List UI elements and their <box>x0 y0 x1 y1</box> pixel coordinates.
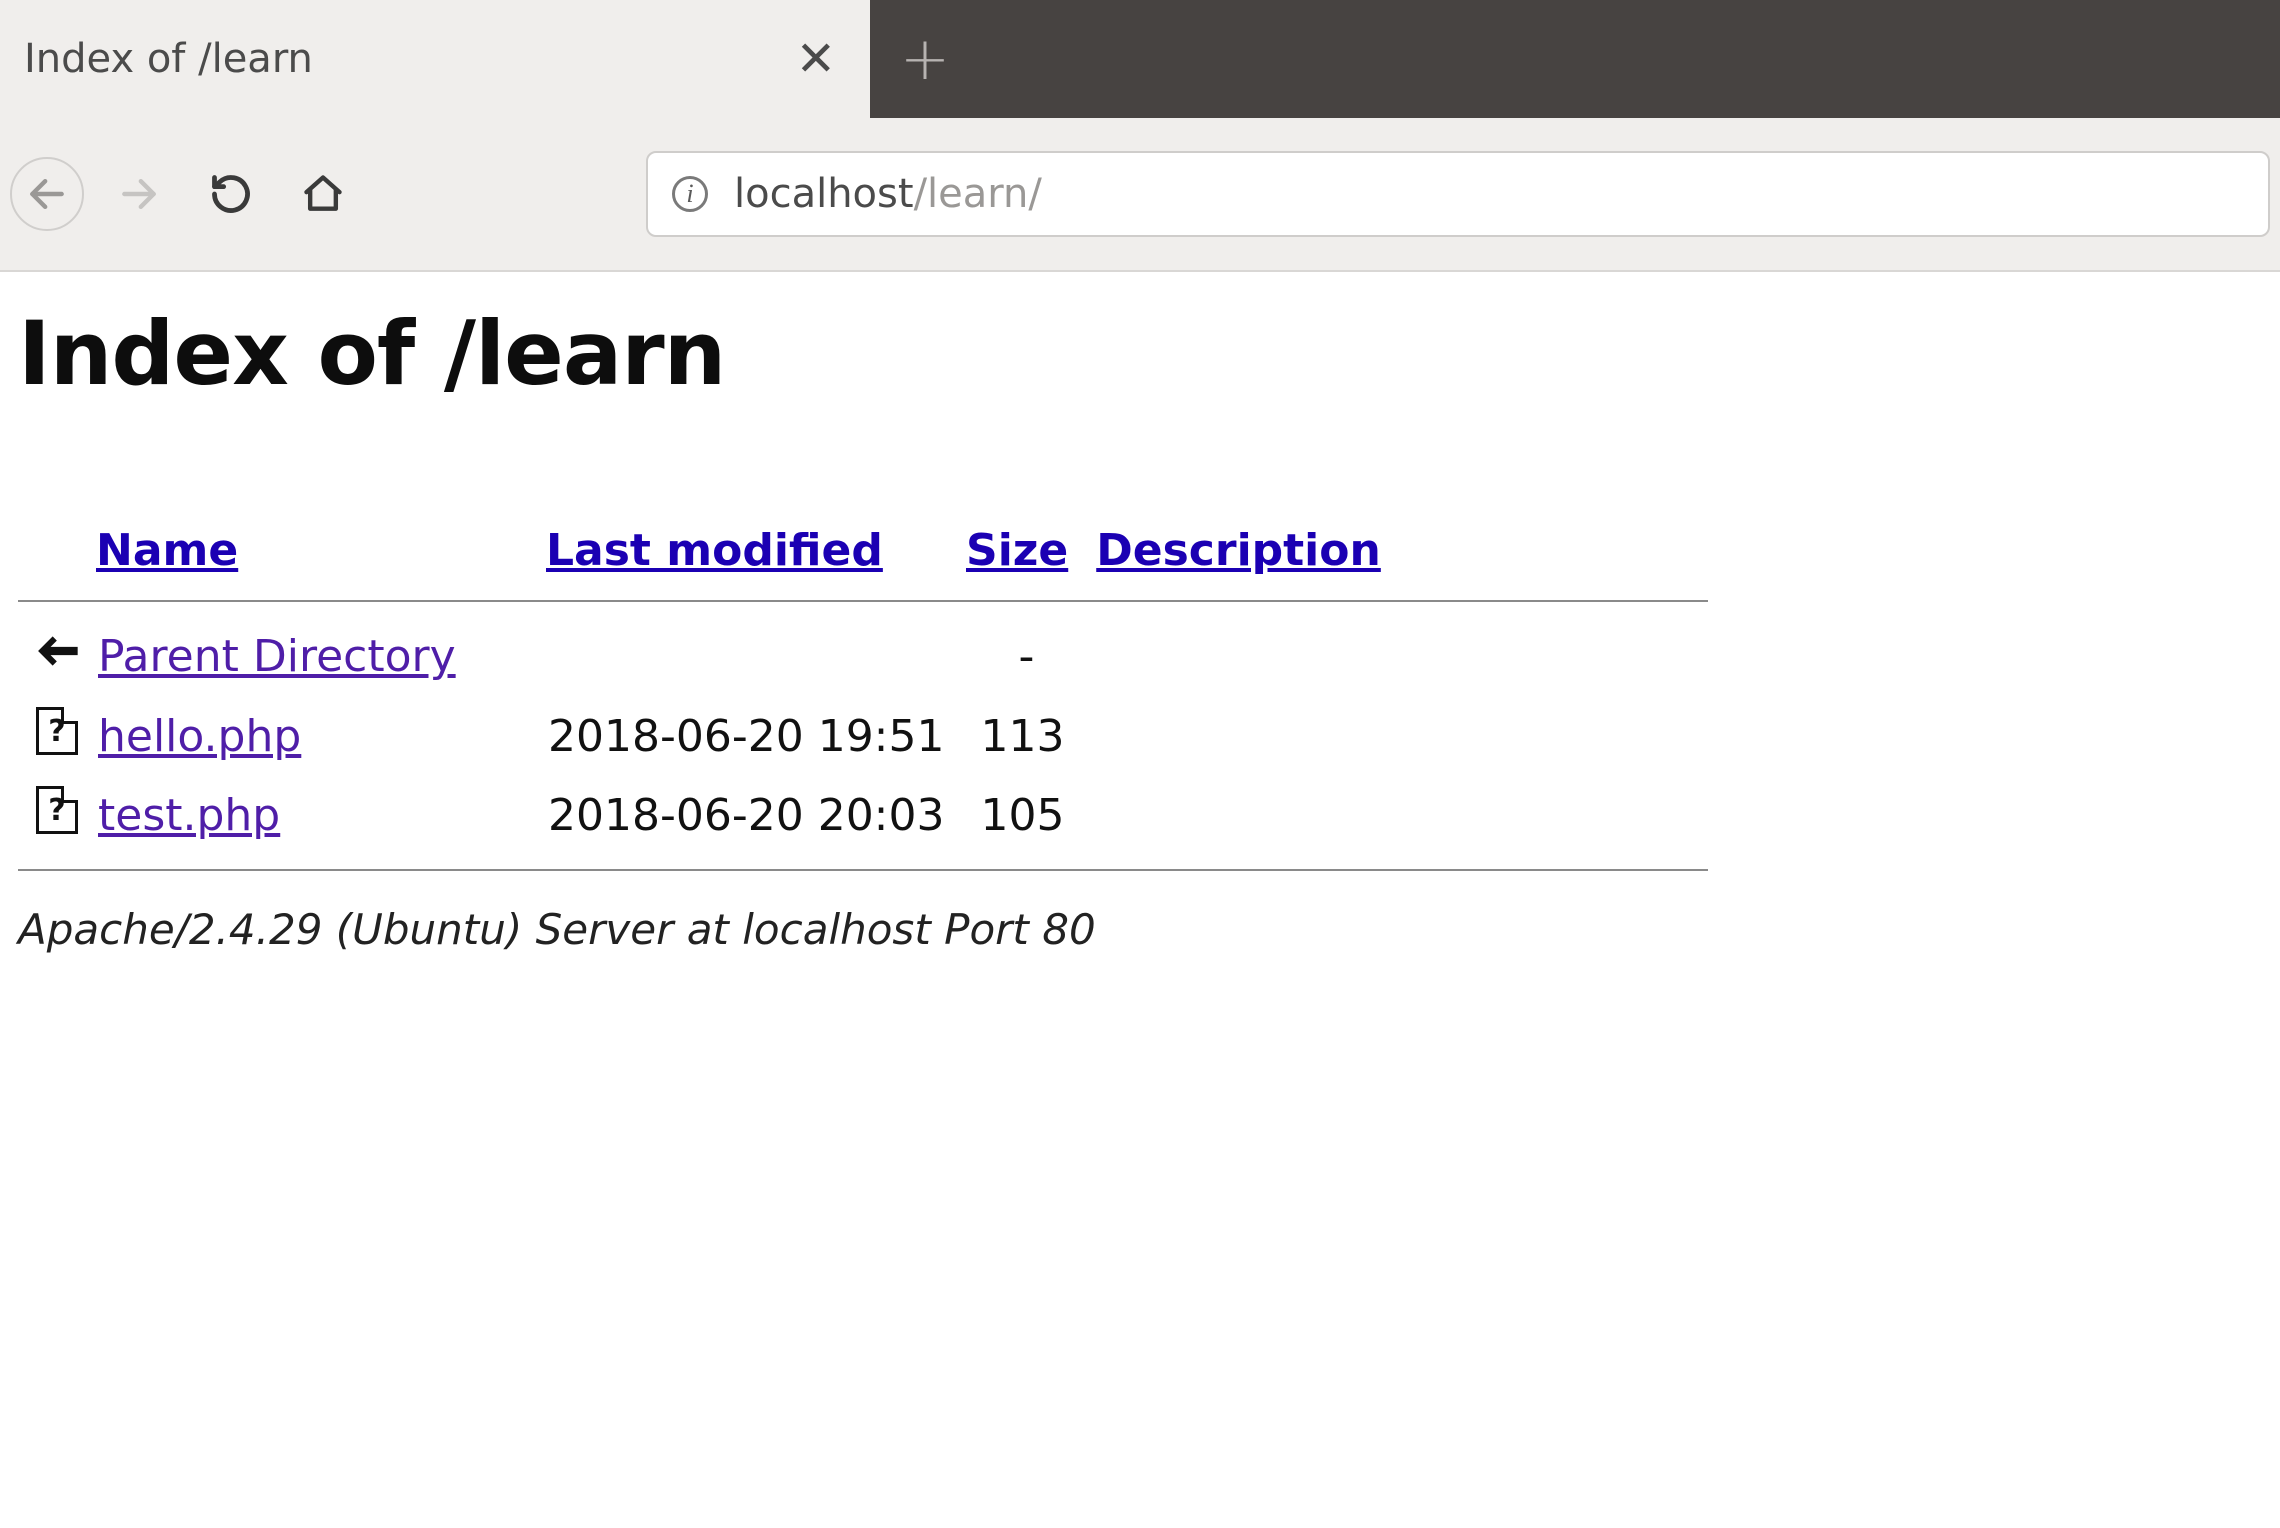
sort-modified-link[interactable]: Last modified <box>546 525 883 576</box>
table-row: test.php 2018-06-20 20:03 105 <box>18 776 1119 855</box>
close-tab-icon[interactable]: ✕ <box>796 31 846 87</box>
parent-directory-link[interactable]: Parent Directory <box>98 631 456 682</box>
table-row: hello.php 2018-06-20 19:51 113 <box>18 697 1119 776</box>
cell-size: 113 <box>963 697 1083 776</box>
tab-title: Index of /learn <box>24 36 780 82</box>
new-tab-button[interactable]: + <box>870 0 980 118</box>
url-host: localhost <box>734 171 914 217</box>
listing-top-rule <box>18 600 1708 602</box>
page-body: Index of /learn Name Last modified Size … <box>0 272 2280 954</box>
site-info-icon[interactable]: i <box>672 176 708 212</box>
cell-description <box>1083 616 1119 697</box>
page-title: Index of /learn <box>18 302 2262 405</box>
url-path: /learn/ <box>914 171 1042 217</box>
cell-modified: 2018-06-20 19:51 <box>530 697 963 776</box>
cell-size: - <box>963 616 1083 697</box>
sort-size-link[interactable]: Size <box>966 525 1068 576</box>
tab-strip: Index of /learn ✕ + <box>0 0 2280 118</box>
cell-size: 105 <box>963 776 1083 855</box>
reload-icon <box>209 172 253 216</box>
cell-modified <box>530 616 963 697</box>
directory-listing: Name Last modified Size Description Pare… <box>18 515 2262 871</box>
header-row: Name Last modified Size Description <box>18 515 1399 586</box>
server-signature: Apache/2.4.29 (Ubuntu) Server at localho… <box>18 905 2262 954</box>
arrow-left-icon <box>25 172 69 216</box>
toolbar: i localhost/learn/ <box>0 118 2280 272</box>
back-button[interactable] <box>10 157 84 231</box>
unknown-file-icon <box>36 786 78 834</box>
forward-button[interactable] <box>102 157 176 231</box>
file-link[interactable]: hello.php <box>98 711 301 762</box>
home-icon <box>301 172 345 216</box>
active-tab[interactable]: Index of /learn ✕ <box>0 0 870 118</box>
sort-description-link[interactable]: Description <box>1096 525 1381 576</box>
home-button[interactable] <box>286 157 360 231</box>
cell-description <box>1083 776 1119 855</box>
table-row: Parent Directory - <box>18 616 1119 697</box>
listing-bottom-rule <box>18 869 1708 871</box>
back-folder-icon <box>36 626 78 674</box>
cell-description <box>1083 697 1119 776</box>
cell-modified: 2018-06-20 20:03 <box>530 776 963 855</box>
file-link[interactable]: test.php <box>98 790 280 841</box>
url-bar[interactable]: i localhost/learn/ <box>646 151 2270 237</box>
arrow-right-icon <box>117 172 161 216</box>
unknown-file-icon <box>36 707 78 755</box>
url-text: localhost/learn/ <box>734 171 1042 217</box>
reload-button[interactable] <box>194 157 268 231</box>
sort-name-link[interactable]: Name <box>96 525 238 576</box>
